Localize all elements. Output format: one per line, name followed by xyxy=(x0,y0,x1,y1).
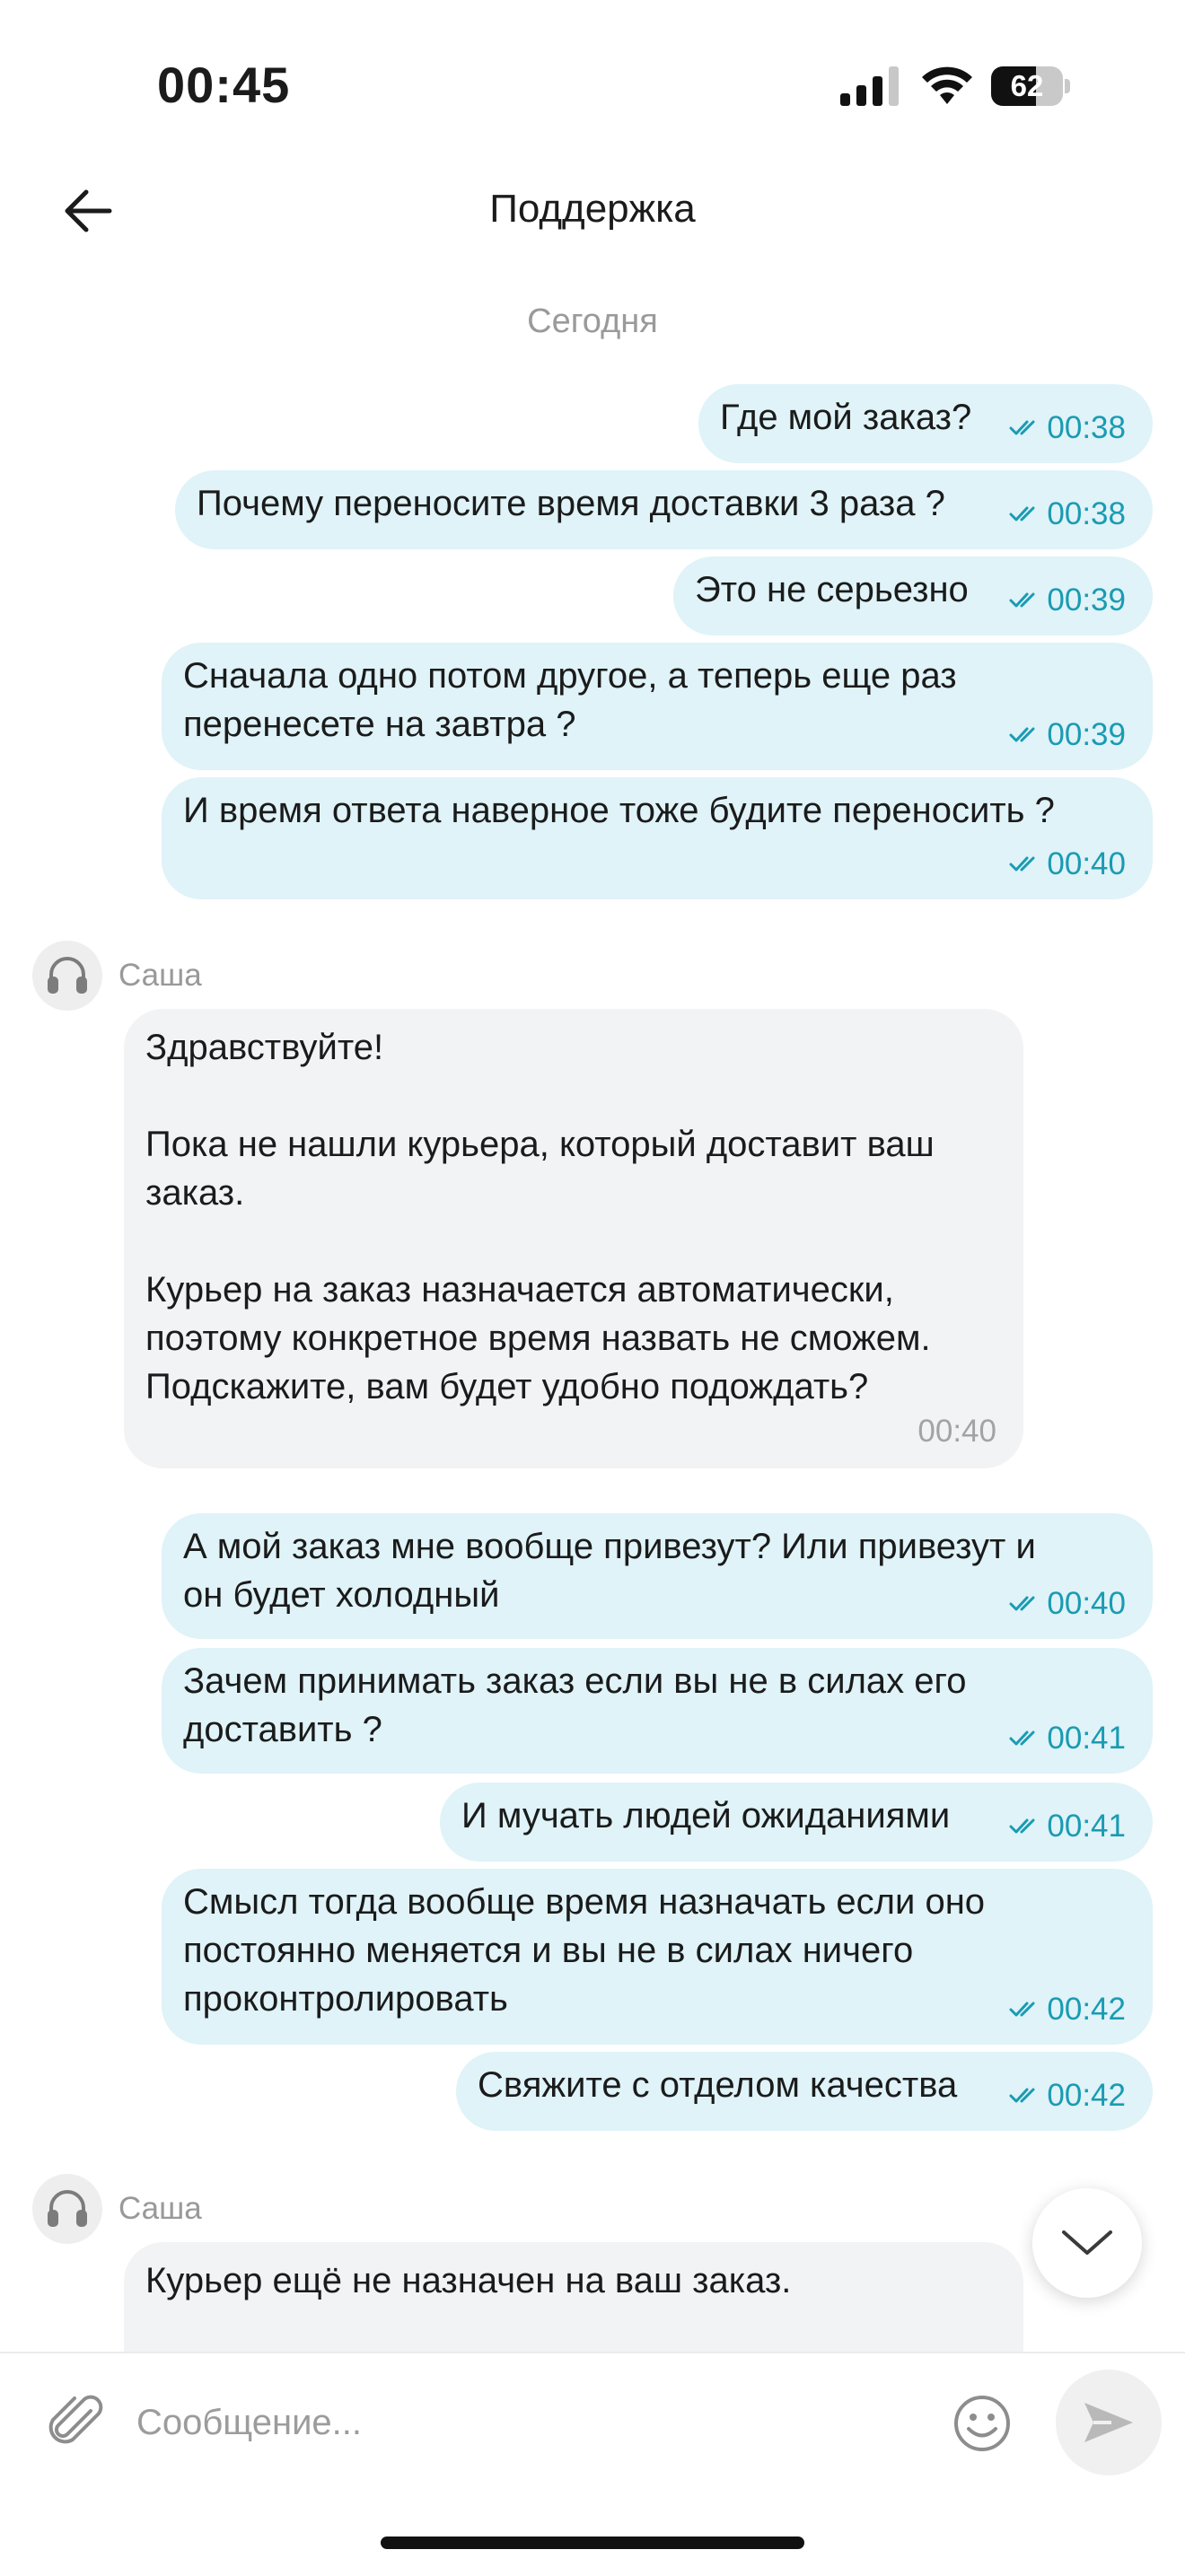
page-title: Поддержка xyxy=(489,187,696,231)
emoji-button[interactable] xyxy=(948,2389,1016,2458)
cellular-signal-icon xyxy=(840,66,899,106)
message-text: Сначала одно потом другое, а теперь еще … xyxy=(183,656,957,744)
outgoing-message[interactable]: Сначала одно потом другое, а теперь еще … xyxy=(162,643,1153,770)
double-check-icon xyxy=(1009,420,1035,435)
double-check-icon xyxy=(1009,592,1035,608)
outgoing-message[interactable]: Это не серьезно 00:39 xyxy=(673,556,1153,635)
battery-icon: 62 xyxy=(991,66,1070,106)
message-time: 00:41 xyxy=(1047,1721,1126,1756)
message-time: 00:39 xyxy=(1047,717,1126,752)
home-indicator xyxy=(381,2537,804,2549)
scroll-down-button[interactable] xyxy=(1032,2188,1142,2298)
avatar xyxy=(32,941,102,1011)
outgoing-message[interactable]: И мучать людей ожиданиями 00:41 xyxy=(440,1783,1153,1862)
message-text: Смысл тогда вообще время назначать если … xyxy=(183,1882,986,2019)
double-check-icon xyxy=(1009,1596,1035,1611)
double-check-icon xyxy=(1009,1730,1035,1746)
smiley-icon xyxy=(954,2396,1010,2451)
send-arrow-icon xyxy=(1084,2403,1133,2442)
send-button[interactable] xyxy=(1056,2370,1162,2475)
message-text: А мой заказ мне вообще привезут? Или при… xyxy=(183,1527,1036,1615)
headset-icon xyxy=(48,957,87,994)
sender-row: Саша xyxy=(32,941,202,1011)
paperclip-icon xyxy=(48,2395,103,2444)
outgoing-message[interactable]: Где мой заказ? 00:38 xyxy=(698,384,1153,463)
outgoing-message[interactable]: Почему переносите время доставки 3 раза … xyxy=(175,470,1153,549)
outgoing-message[interactable]: Свяжите с отделом качества 00:42 xyxy=(456,2052,1153,2131)
status-time: 00:45 xyxy=(157,57,291,113)
message-time: 00:39 xyxy=(1047,583,1126,618)
outgoing-message[interactable]: Зачем принимать заказ если вы не в силах… xyxy=(162,1648,1153,1774)
double-check-icon xyxy=(1009,1818,1035,1834)
outgoing-message[interactable]: И время ответа наверное тоже будите пере… xyxy=(162,777,1153,899)
message-time: 00:38 xyxy=(1047,496,1126,531)
message-text: Почему переносите время доставки 3 раза … xyxy=(197,484,945,523)
message-text: Курьер ещё не назначен на ваш заказ. xyxy=(145,2261,792,2300)
sender-name: Саша xyxy=(118,958,202,993)
message-text: Свяжите с отделом качества xyxy=(478,2065,958,2105)
outgoing-message[interactable]: А мой заказ мне вообще привезут? Или при… xyxy=(162,1513,1153,1639)
avatar xyxy=(32,2174,102,2244)
message-text: Здравствуйте! Пока не нашли курьера, кот… xyxy=(145,1028,935,1406)
message-text: И мучать людей ожиданиями xyxy=(461,1796,951,1836)
incoming-message[interactable]: Здравствуйте! Пока не нашли курьера, кот… xyxy=(124,1009,1023,1468)
sender-row: Саша xyxy=(32,2174,202,2244)
double-check-icon xyxy=(1009,2088,1035,2103)
double-check-icon xyxy=(1009,2002,1035,2017)
double-check-icon xyxy=(1009,727,1035,742)
message-time: 00:40 xyxy=(1047,1586,1126,1621)
date-separator: Сегодня xyxy=(527,302,658,340)
message-time: 00:38 xyxy=(1047,410,1126,445)
message-text: Где мой заказ? xyxy=(720,398,972,437)
attach-button[interactable] xyxy=(43,2389,110,2456)
message-time: 00:40 xyxy=(1047,846,1126,881)
wifi-icon xyxy=(922,66,972,104)
sender-name: Саша xyxy=(118,2191,202,2226)
message-text: Зачем принимать заказ если вы не в силах… xyxy=(183,1661,967,1749)
outgoing-message[interactable]: Смысл тогда вообще время назначать если … xyxy=(162,1869,1153,2045)
message-text: И время ответа наверное тоже будите пере… xyxy=(183,791,1055,830)
message-text: Это не серьезно xyxy=(695,570,969,609)
message-input[interactable] xyxy=(135,2386,928,2459)
double-check-icon xyxy=(1009,506,1035,521)
status-bar: 00:45 62 xyxy=(0,0,1185,171)
battery-level: 62 xyxy=(1010,69,1044,102)
headset-icon xyxy=(48,2190,87,2227)
message-time: 00:42 xyxy=(1047,2078,1126,2113)
message-time: 00:41 xyxy=(1047,1809,1126,1844)
chevron-down-icon xyxy=(1062,2230,1112,2255)
message-time: 00:40 xyxy=(917,1414,996,1449)
double-check-icon xyxy=(1009,856,1035,872)
message-time: 00:42 xyxy=(1047,1992,1126,2027)
